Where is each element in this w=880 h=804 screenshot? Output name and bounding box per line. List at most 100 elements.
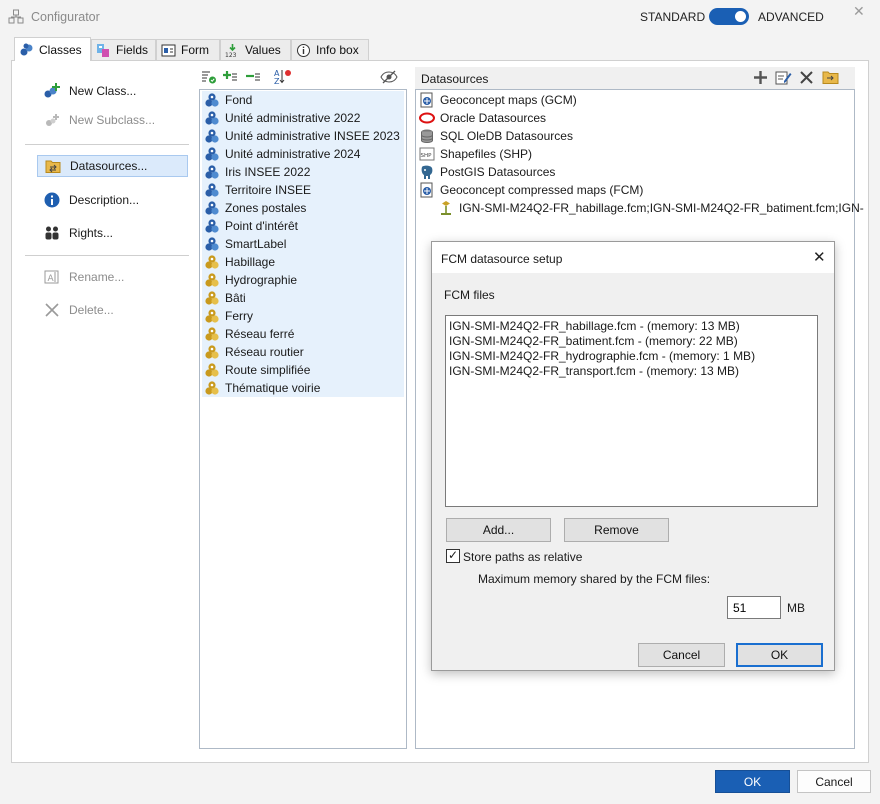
ds-item-oracle[interactable]: Oracle Datasources [419, 110, 546, 126]
store-relative-checkbox[interactable]: ✓ [446, 549, 460, 563]
mode-standard-label[interactable]: STANDARD [640, 10, 705, 24]
class-list-item-label: Réseau ferré [225, 327, 295, 341]
oracle-icon [419, 110, 435, 126]
class-list-item[interactable]: Habillage [202, 253, 404, 271]
datasources-icon [44, 157, 62, 175]
class-list-item[interactable]: Réseau routier [202, 343, 404, 361]
classes-icon [19, 42, 34, 57]
hidden-eye-icon[interactable] [380, 70, 398, 84]
values-icon: 123 [225, 43, 240, 58]
ds-fcm-child[interactable]: IGN-SMI-M24Q2-FR_habillage.fcm;IGN-SMI-M… [438, 200, 864, 216]
class-list-item[interactable]: Thématique voirie [202, 379, 404, 397]
new-subclass-icon [43, 111, 61, 129]
delete-button[interactable]: Delete... [37, 299, 188, 321]
add-file-button[interactable]: Add... [446, 518, 551, 542]
edit-icon[interactable] [775, 69, 792, 86]
class-list-item[interactable]: Territoire INSEE [202, 181, 404, 199]
filter-visible-icon[interactable] [201, 69, 217, 85]
max-memory-input[interactable] [727, 596, 781, 619]
rename-button[interactable]: A Rename... [37, 266, 188, 288]
mode-advanced-label[interactable]: ADVANCED [758, 10, 824, 24]
class-list-item-label: Unité administrative INSEE 2023 [225, 129, 400, 143]
class-list-item[interactable]: Unité administrative 2024 [202, 145, 404, 163]
class-gold-icon [204, 362, 220, 378]
class-list-item-label: Zones postales [225, 201, 307, 215]
class-blue-icon [204, 182, 220, 198]
tab-label: Info box [316, 43, 359, 57]
rights-button[interactable]: Rights... [37, 222, 188, 244]
datasources-label: Datasources... [70, 159, 148, 173]
datasource-folder-icon[interactable] [822, 69, 839, 86]
fcm-file-row[interactable]: IGN-SMI-M24Q2-FR_habillage.fcm - (memory… [449, 319, 740, 333]
remove-file-button[interactable]: Remove [564, 518, 669, 542]
class-list-item[interactable]: Unité administrative INSEE 2023 [202, 127, 404, 145]
class-gold-icon [204, 308, 220, 324]
class-list-item[interactable]: Fond [202, 91, 404, 109]
fcm-files-listbox[interactable]: IGN-SMI-M24Q2-FR_habillage.fcm - (memory… [445, 315, 818, 507]
dialog-ok-button[interactable]: OK [736, 643, 823, 667]
class-list-item[interactable]: Ferry [202, 307, 404, 325]
add-plus-icon[interactable] [753, 70, 768, 85]
remove-x-icon[interactable] [799, 70, 814, 85]
tab-fields[interactable]: Fields [91, 39, 156, 60]
class-list-item-label: SmartLabel [225, 237, 287, 251]
class-list-item[interactable]: Point d'intérêt [202, 217, 404, 235]
class-list-item[interactable]: Unité administrative 2022 [202, 109, 404, 127]
class-blue-icon [204, 110, 220, 126]
ok-button[interactable]: OK [715, 770, 790, 793]
new-subclass-button[interactable]: New Subclass... [37, 109, 188, 131]
max-memory-label: Maximum memory shared by the FCM files: [478, 572, 711, 586]
fcm-file-row[interactable]: IGN-SMI-M24Q2-FR_hydrographie.fcm - (mem… [449, 349, 755, 363]
rename-icon: A [43, 268, 61, 286]
tab-form[interactable]: Form [156, 39, 220, 60]
ds-item-postgis[interactable]: PostGIS Datasources [419, 164, 555, 180]
class-list-item-label: Route simplifiée [225, 363, 311, 377]
class-list-item[interactable]: Hydrographie [202, 271, 404, 289]
class-list[interactable]: Fond Unité administrative 2022 Unité admin… [199, 89, 407, 749]
class-list-item-label: Thématique voirie [225, 381, 321, 395]
mode-toggle-switch[interactable] [709, 8, 749, 25]
toggle-knob [735, 11, 746, 22]
new-class-icon [43, 82, 61, 100]
class-list-item[interactable]: Zones postales [202, 199, 404, 217]
ds-item-shapefiles[interactable]: SHP Shapefiles (SHP) [419, 146, 532, 162]
description-button[interactable]: Description... [37, 189, 188, 211]
ds-item-label: PostGIS Datasources [440, 165, 556, 179]
new-class-label: New Class... [69, 84, 137, 98]
fcm-file-row[interactable]: IGN-SMI-M24Q2-FR_transport.fcm - (memory… [449, 364, 739, 378]
close-icon[interactable]: ✕ [853, 3, 865, 20]
class-list-item[interactable]: Route simplifiée [202, 361, 404, 379]
class-list-item-label: Fond [225, 93, 253, 107]
delete-label: Delete... [69, 303, 114, 317]
ds-item-label: SQL OleDB Datasources [440, 129, 573, 143]
class-blue-icon [204, 236, 220, 252]
store-relative-label: Store paths as relative [463, 550, 583, 564]
class-gold-icon [204, 290, 220, 306]
class-list-item[interactable]: SmartLabel [202, 235, 404, 253]
class-list-item[interactable]: Bâti [202, 289, 404, 307]
dialog-close-icon[interactable]: ✕ [813, 248, 826, 266]
cancel-button[interactable]: Cancel [797, 770, 871, 793]
tab-classes[interactable]: Classes [14, 37, 91, 61]
sort-az-icon[interactable]: AZ [274, 68, 292, 85]
ds-item-gcm[interactable]: Geoconcept maps (GCM) [419, 92, 577, 108]
tab-values[interactable]: 123 Values [220, 39, 291, 60]
expand-all-icon[interactable] [222, 69, 238, 85]
class-list-item-label: Unité administrative 2024 [225, 147, 361, 161]
class-list-item[interactable]: Réseau ferré [202, 325, 404, 343]
ds-child-label: IGN-SMI-M24Q2-FR_habillage.fcm;IGN-SMI-M… [459, 201, 864, 215]
ds-item-fcm[interactable]: Geoconcept compressed maps (FCM) [419, 182, 643, 198]
class-list-item-label: Unité administrative 2022 [225, 111, 361, 125]
memory-unit-label: MB [787, 601, 805, 615]
dialog-cancel-button[interactable]: Cancel [638, 643, 725, 667]
ds-item-sql-oledb[interactable]: SQL OleDB Datasources [419, 128, 573, 144]
tab-label: Fields [116, 43, 149, 57]
class-list-toolbar: AZ [199, 67, 407, 87]
fcm-file-row[interactable]: IGN-SMI-M24Q2-FR_batiment.fcm - (memory:… [449, 334, 738, 348]
ds-item-label: Shapefiles (SHP) [440, 147, 533, 161]
class-list-item[interactable]: Iris INSEE 2022 [202, 163, 404, 181]
tab-info-box[interactable]: Info box [291, 39, 369, 60]
datasources-button[interactable]: Datasources... [37, 155, 188, 177]
collapse-all-icon[interactable] [245, 69, 261, 85]
new-class-button[interactable]: New Class... [37, 80, 188, 102]
